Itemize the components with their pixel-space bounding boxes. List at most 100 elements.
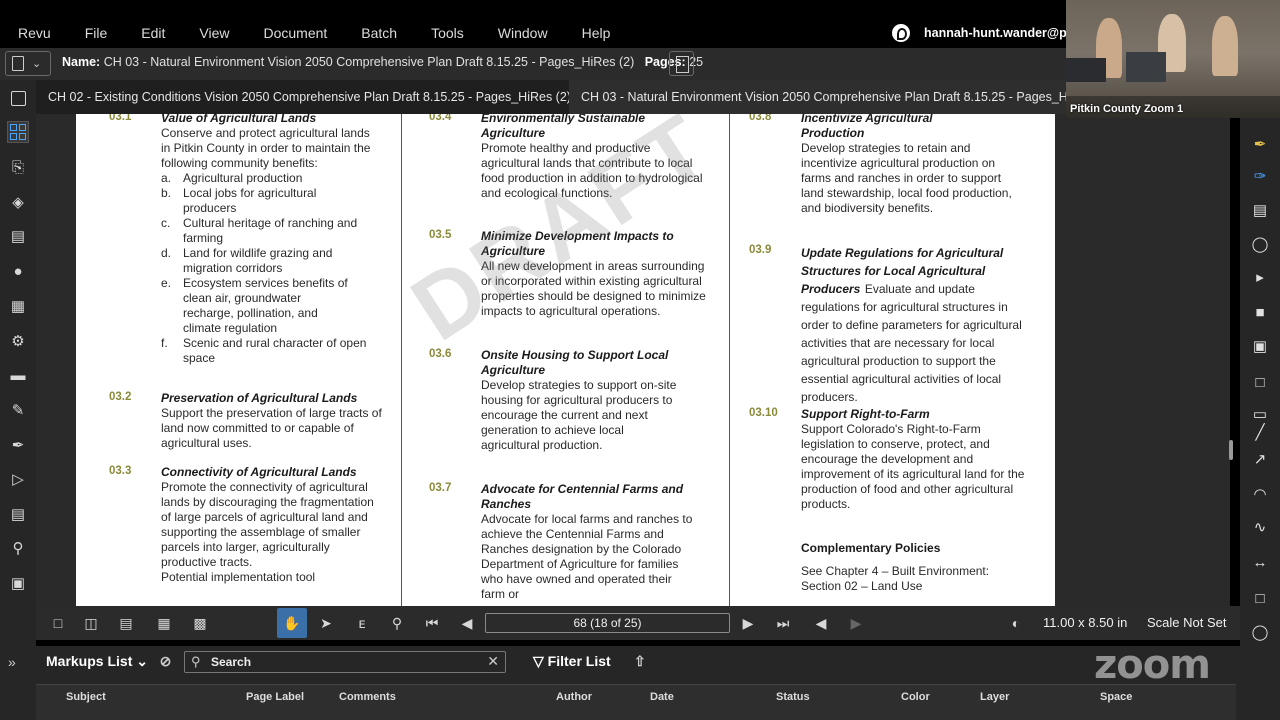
first-page-icon[interactable]: ⏮ bbox=[422, 613, 442, 633]
text-select-icon[interactable]: ᴇ bbox=[352, 613, 372, 633]
policy-title: Environmentally Sustainable Agriculture bbox=[481, 114, 646, 140]
tag-icon[interactable]: ▷ bbox=[8, 469, 28, 489]
arrow-icon[interactable]: ↗ bbox=[1250, 449, 1270, 469]
filter-list-button[interactable]: ▽ Filter List ⇧ bbox=[533, 653, 646, 670]
menu-tools[interactable]: Tools bbox=[414, 25, 481, 41]
split-vertical-icon[interactable]: ◫ bbox=[81, 613, 101, 633]
next-page-icon[interactable]: ▶ bbox=[738, 613, 758, 633]
cloud-icon[interactable]: ◯ bbox=[1250, 234, 1270, 254]
tab-ch03[interactable]: CH 03 - Natural Environment Vision 2050 … bbox=[569, 80, 1066, 114]
arc-icon[interactable]: ◠ bbox=[1250, 484, 1270, 504]
policy-text: Conserve and protect agricultural lands … bbox=[161, 126, 371, 170]
column-header[interactable]: Subject bbox=[66, 691, 106, 703]
policy-03-8: 03.8 Incentivize Agricultural Production… bbox=[749, 114, 1049, 216]
tab-label: CH 02 - Existing Conditions Vision 2050 … bbox=[48, 90, 569, 104]
pan-tool-icon[interactable]: ✋ bbox=[277, 608, 307, 638]
column-header[interactable]: Page Label bbox=[246, 691, 304, 703]
page-thumbnails-button[interactable] bbox=[669, 51, 694, 76]
thumbnails-icon[interactable] bbox=[7, 121, 29, 143]
location-pin-icon[interactable]: ● bbox=[8, 261, 28, 281]
policy-number: 03.6 bbox=[429, 348, 452, 360]
ellipse-icon[interactable]: ◯ bbox=[1250, 622, 1270, 642]
line-icon[interactable]: ╱ bbox=[1250, 422, 1270, 442]
signature-icon[interactable]: ✒ bbox=[8, 435, 28, 455]
column-header[interactable]: Status bbox=[776, 691, 810, 703]
menu-revu[interactable]: Revu bbox=[0, 25, 68, 41]
contrast-icon[interactable]: ◐ bbox=[1006, 613, 1026, 633]
next-view-icon[interactable]: ▶ bbox=[846, 613, 866, 633]
policy-title: Minimize Development Impacts to Agricult… bbox=[481, 229, 674, 258]
single-page-icon[interactable]: □ bbox=[48, 613, 68, 633]
snapshot-icon[interactable]: □ bbox=[1250, 372, 1270, 392]
gear-icon[interactable]: ⚙ bbox=[8, 331, 28, 351]
pen-icon[interactable]: ✑ bbox=[1250, 166, 1270, 186]
page-number-field[interactable]: 68 (18 of 25) bbox=[485, 613, 730, 633]
eraser-icon[interactable]: ▭ bbox=[1250, 404, 1270, 424]
sync-icon[interactable]: ▩ bbox=[190, 613, 210, 633]
column-header[interactable]: Author bbox=[556, 691, 592, 703]
scale-setting[interactable]: Scale Not Set bbox=[1147, 615, 1227, 630]
laptop-screen bbox=[1126, 52, 1166, 82]
menu-batch[interactable]: Batch bbox=[344, 25, 414, 41]
previous-view-icon[interactable]: ◀ bbox=[811, 613, 831, 633]
hide-icon[interactable]: ⊘ bbox=[160, 653, 172, 669]
stamp-icon[interactable]: ▤ bbox=[8, 504, 28, 524]
select-tool-icon[interactable]: ➤ bbox=[316, 613, 336, 633]
tab-ch02[interactable]: CH 02 - Existing Conditions Vision 2050 … bbox=[36, 80, 569, 114]
stamp-tool-icon[interactable]: ■ bbox=[1250, 302, 1270, 322]
export-icon[interactable]: ⇧ bbox=[634, 653, 646, 669]
markups-list-dropdown[interactable]: Markups List ⌄ ⊘ bbox=[46, 653, 171, 670]
callout-icon[interactable]: ▸ bbox=[1250, 267, 1270, 287]
puzzle-icon[interactable]: ▦ bbox=[8, 296, 28, 316]
search-icon[interactable]: ⚲ bbox=[8, 538, 28, 558]
column-header[interactable]: Space bbox=[1100, 691, 1132, 703]
split-horizontal-icon[interactable]: ▤ bbox=[116, 613, 136, 633]
menu-view[interactable]: View bbox=[182, 25, 246, 41]
toolchest-icon[interactable]: ▤ bbox=[8, 226, 28, 246]
compare-icon[interactable]: ▦ bbox=[154, 613, 174, 633]
policy-03-2: 03.2 Preservation of Agricultural Lands … bbox=[109, 391, 399, 451]
clear-search-icon[interactable]: ✕ bbox=[487, 653, 499, 670]
vertical-scrollbar[interactable] bbox=[1229, 440, 1233, 460]
policy-title: Value of Agricultural Lands bbox=[161, 114, 317, 125]
previous-page-icon[interactable]: ◀ bbox=[457, 613, 477, 633]
last-page-icon[interactable]: ⏭ bbox=[773, 613, 793, 633]
layers-icon[interactable]: ◈ bbox=[8, 192, 28, 212]
bookmarks-icon[interactable]: ⎘ bbox=[8, 157, 28, 177]
link-icon[interactable]: ▣ bbox=[8, 573, 28, 593]
account-button[interactable]: hannah-hunt.wander@pitk bbox=[892, 18, 1081, 48]
search-input[interactable] bbox=[211, 654, 471, 670]
column-header[interactable]: Comments bbox=[339, 691, 396, 703]
polyline-icon[interactable]: ∿ bbox=[1250, 517, 1270, 537]
menu-document[interactable]: Document bbox=[246, 25, 344, 41]
menu-edit[interactable]: Edit bbox=[124, 25, 182, 41]
zoom-icon[interactable]: ⚲ bbox=[387, 613, 407, 633]
file-access-icon[interactable] bbox=[8, 88, 28, 108]
column-header[interactable]: Color bbox=[901, 691, 930, 703]
measure-icon[interactable]: ▬ bbox=[8, 365, 28, 385]
image-icon[interactable]: ▣ bbox=[1250, 336, 1270, 356]
dimension-icon[interactable]: ↔ bbox=[1250, 552, 1270, 572]
expand-panel-icon[interactable]: » bbox=[8, 654, 16, 670]
policy-number: 03.8 bbox=[749, 114, 772, 123]
forms-icon[interactable]: ✎ bbox=[8, 400, 28, 420]
text-box-icon[interactable]: ▤ bbox=[1250, 200, 1270, 220]
menu-window[interactable]: Window bbox=[481, 25, 565, 41]
pdf-page[interactable]: 03.1 Value of Agricultural Lands Conserv… bbox=[76, 114, 1055, 606]
rectangle-icon[interactable]: □ bbox=[1250, 588, 1270, 608]
policy-text: Support Colorado's Right-to-Farm legisla… bbox=[801, 422, 1025, 511]
markups-search: ⚲ ✕ bbox=[184, 651, 506, 673]
policy-number: 03.2 bbox=[109, 391, 132, 403]
highlighter-icon[interactable]: ✒ bbox=[1250, 134, 1270, 154]
list-item: c. Cultural heritage of ranching and farm… bbox=[161, 216, 358, 245]
column-header[interactable]: Layer bbox=[980, 691, 1009, 703]
document-viewport[interactable]: 03.1 Value of Agricultural Lands Conserv… bbox=[36, 114, 1230, 606]
document-tabs: CH 02 - Existing Conditions Vision 2050 … bbox=[36, 80, 1066, 114]
video-thumbnail[interactable]: Pitkin County Zoom 1 bbox=[1066, 0, 1280, 118]
menu-help[interactable]: Help bbox=[565, 25, 628, 41]
document-menu-button[interactable]: ⌄ bbox=[5, 51, 51, 76]
column-header[interactable]: Date bbox=[650, 691, 674, 703]
menu-file[interactable]: File bbox=[68, 25, 125, 41]
cross-reference-text: See Chapter 4 – Built Environment: Secti… bbox=[801, 564, 990, 593]
policy-title: Connectivity of Agricultural Lands bbox=[161, 465, 357, 479]
